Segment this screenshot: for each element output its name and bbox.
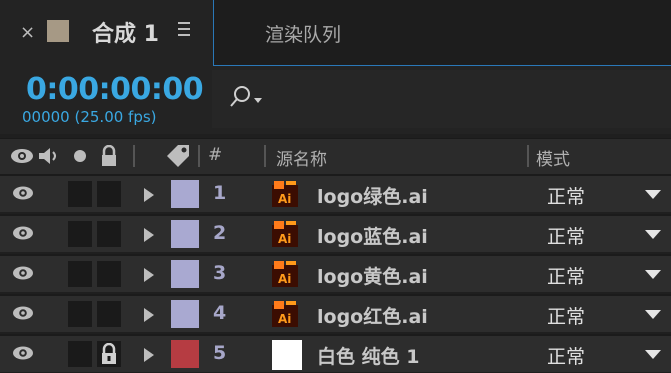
chevron-down-icon[interactable] [645,190,661,199]
chevron-down-icon[interactable] [645,310,661,319]
chevron-down-icon[interactable] [645,270,661,279]
layer-number: 3 [213,262,227,284]
video-visibility-header-icon [11,149,33,163]
solo-header-icon [74,150,86,162]
current-timecode[interactable]: 0:00:00:00 [26,72,204,107]
layer-number: 2 [213,222,227,244]
expand-triangle-icon[interactable] [144,228,154,242]
solid-color-swatch [272,340,302,370]
ai-icon-text: Ai [278,312,291,326]
expand-triangle-icon[interactable] [144,268,154,282]
composition-color-swatch [47,20,69,42]
layer-search-input[interactable] [212,70,671,128]
expand-triangle-icon[interactable] [144,308,154,322]
expand-triangle-icon[interactable] [144,188,154,202]
video-visibility-icon[interactable] [11,305,35,321]
solo-toggle[interactable] [68,301,92,327]
lock-icon[interactable] [100,343,118,365]
video-visibility-icon[interactable] [11,265,35,281]
layer-label-color[interactable] [171,300,199,328]
ai-icon-text: Ai [278,272,291,286]
audio-header-icon [39,148,56,164]
solo-toggle[interactable] [68,221,92,247]
illustrator-file-icon: Ai [272,261,298,287]
blend-mode-value[interactable]: 正常 [547,182,585,209]
layer-source-name[interactable]: logo蓝色.ai [317,222,428,249]
column-separator[interactable] [133,145,135,167]
frame-rate-readout: 00000 (25.00 fps) [22,108,157,126]
layer-row[interactable]: 1 Ai logo绿色.ai 正常 [0,174,671,212]
layer-row[interactable]: 5 白色 纯色 1 正常 [0,334,671,372]
illustrator-file-icon: Ai [272,181,298,207]
illustrator-file-icon: Ai [272,221,298,247]
layer-label-color[interactable] [171,220,199,248]
column-separator[interactable] [527,145,529,167]
layer-source-name[interactable]: logo绿色.ai [317,182,428,209]
solo-toggle[interactable] [68,341,92,367]
lock-toggle[interactable] [97,261,121,287]
search-icon[interactable] [228,84,264,110]
layer-row[interactable]: 2 Ai logo蓝色.ai 正常 [0,214,671,252]
composition-tab-label[interactable]: 合成 1 [92,16,159,48]
blend-mode-value[interactable]: 正常 [547,222,585,249]
layer-row[interactable]: 4 Ai logo红色.ai 正常 [0,294,671,332]
column-separator[interactable] [264,145,266,167]
panel-menu-icon[interactable] [178,22,190,40]
blend-mode-value[interactable]: 正常 [547,342,585,369]
solo-toggle[interactable] [68,261,92,287]
solo-toggle[interactable] [68,181,92,207]
expand-triangle-icon[interactable] [144,348,154,362]
layer-source-name[interactable]: 白色 纯色 1 [317,342,419,369]
video-visibility-icon[interactable] [11,185,35,201]
layer-row[interactable]: 3 Ai logo黄色.ai 正常 [0,254,671,292]
lock-toggle[interactable] [97,181,121,207]
illustrator-file-icon: Ai [272,301,298,327]
layer-label-color[interactable] [171,340,199,368]
blend-mode-value[interactable]: 正常 [547,302,585,329]
video-visibility-icon[interactable] [11,345,35,361]
layer-number: 4 [213,302,227,324]
chevron-down-icon[interactable] [645,230,661,239]
ai-icon-text: Ai [278,192,291,206]
chevron-down-icon[interactable] [645,350,661,359]
lock-header-icon [102,145,116,166]
layer-number: 1 [213,182,227,204]
lock-toggle[interactable] [97,301,121,327]
close-tab-icon[interactable]: × [20,24,35,42]
column-header-number[interactable]: # [208,145,222,165]
column-separator[interactable] [198,145,200,167]
layer-source-name[interactable]: logo黄色.ai [317,262,428,289]
ai-icon-text: Ai [278,232,291,246]
column-header-mode[interactable]: 模式 [536,145,570,170]
render-queue-tab-label[interactable]: 渲染队列 [265,20,341,47]
layer-label-color[interactable] [171,180,199,208]
layer-number: 5 [213,342,227,364]
layer-label-color[interactable] [171,260,199,288]
label-tag-header-icon [167,145,189,167]
layer-source-name[interactable]: logo红色.ai [317,302,428,329]
column-header-source-name[interactable]: 源名称 [276,145,327,170]
blend-mode-value[interactable]: 正常 [547,262,585,289]
video-visibility-icon[interactable] [11,225,35,241]
lock-toggle[interactable] [97,221,121,247]
